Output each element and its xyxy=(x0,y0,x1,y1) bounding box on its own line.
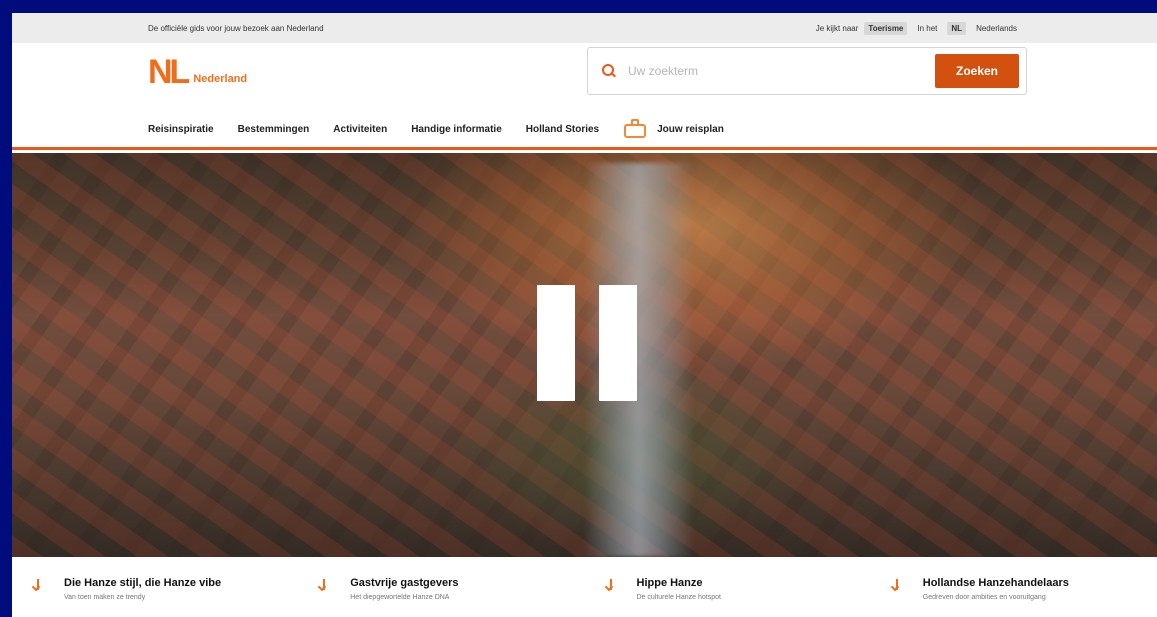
search-bar: Zoeken xyxy=(587,47,1027,95)
logo-mark: NL xyxy=(148,53,190,91)
feature-text: Hippe Hanze De culturele Hanze hotspot xyxy=(637,577,721,601)
feature-link[interactable]: Hippe Hanze De culturele Hanze hotspot xyxy=(585,557,871,617)
arrow-down-icon xyxy=(318,579,330,593)
arrow-down-icon xyxy=(891,579,903,593)
search-input[interactable] xyxy=(626,63,935,79)
language-switcher: Je kijkt naar Toerisme In het NL Nederla… xyxy=(815,21,1021,35)
nl-logo[interactable]: NL Nederland xyxy=(148,53,248,91)
arrow-down-icon xyxy=(32,579,44,593)
utility-bar: De officiële gids voor jouw bezoek aan N… xyxy=(12,13,1157,43)
pause-bar-left xyxy=(537,285,575,401)
pause-icon[interactable] xyxy=(537,285,637,401)
travel-plan-label: Jouw reisplan xyxy=(657,123,724,135)
language-prompt: Je kijkt naar xyxy=(815,23,859,33)
option-toerisme[interactable]: Toerisme xyxy=(864,21,908,35)
site-tagline: De officiële gids voor jouw bezoek aan N… xyxy=(148,23,324,33)
site-header: NL Nederland Zoeken Reisinspiratie Beste… xyxy=(12,43,1157,150)
logo-text: Nederland xyxy=(193,73,248,85)
main-nav: Reisinspiratie Bestemmingen Activiteiten… xyxy=(148,114,724,144)
feature-subtitle: De culturele Hanze hotspot xyxy=(636,594,721,601)
nav-item-bestemmingen[interactable]: Bestemmingen xyxy=(238,124,310,135)
pause-bar-right xyxy=(599,285,637,401)
feature-text: Hollandse Hanzehandelaars Gedreven door … xyxy=(923,577,1069,601)
feature-title: Die Hanze stijl, die Hanze vibe xyxy=(64,577,222,589)
feature-title: Gastvrije gastgevers xyxy=(350,577,459,589)
feature-subtitle: Gedreven door ambities en vooruitgang xyxy=(922,594,1046,601)
hero-video[interactable] xyxy=(12,153,1157,557)
feature-link[interactable]: Hollandse Hanzehandelaars Gedreven door … xyxy=(871,557,1157,617)
language-code-nl[interactable]: NL xyxy=(947,21,967,35)
arrow-down-icon xyxy=(605,579,617,593)
language-nederlands[interactable]: Nederlands xyxy=(972,22,1021,35)
nav-item-reisinspiratie[interactable]: Reisinspiratie xyxy=(148,124,214,135)
feature-links: Die Hanze stijl, die Hanze vibe Van toen… xyxy=(12,557,1157,617)
nav-item-holland-stories[interactable]: Holland Stories xyxy=(526,124,599,135)
search-icon xyxy=(602,64,616,78)
feature-title: Hippe Hanze xyxy=(636,577,703,589)
feature-text: Die Hanze stijl, die Hanze vibe Van toen… xyxy=(64,577,221,601)
travel-plan-link[interactable]: Jouw reisplan xyxy=(623,118,724,140)
feature-link[interactable]: Gastvrije gastgevers Het diepgewortelde … xyxy=(298,557,584,617)
feature-subtitle: Het diepgewortelde Hanze DNA xyxy=(350,594,450,601)
browser-page: De officiële gids voor jouw bezoek aan N… xyxy=(12,13,1157,617)
feature-subtitle: Van toen maken ze trendy xyxy=(64,594,146,601)
feature-text: Gastvrije gastgevers Het diepgewortelde … xyxy=(350,577,458,601)
option-in-het[interactable]: In het xyxy=(913,22,941,35)
nav-item-activiteiten[interactable]: Activiteiten xyxy=(333,124,387,135)
feature-link[interactable]: Die Hanze stijl, die Hanze vibe Van toen… xyxy=(12,557,298,617)
feature-title: Hollandse Hanzehandelaars xyxy=(922,577,1069,589)
nav-item-handige-informatie[interactable]: Handige informatie xyxy=(411,124,502,135)
suitcase-icon xyxy=(623,118,649,140)
search-button[interactable]: Zoeken xyxy=(935,54,1019,88)
